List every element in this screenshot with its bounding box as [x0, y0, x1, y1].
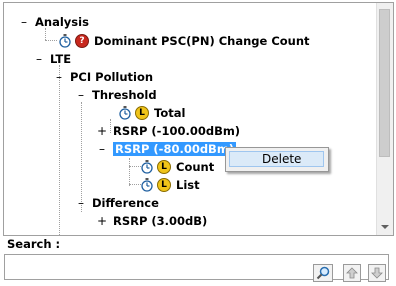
tree-node-label: RSRP (3.00dB)	[113, 214, 208, 228]
tree-node-label-selected: RSRP (-80.00dBm)	[113, 142, 237, 156]
tree-node-lte[interactable]: – LTE	[34, 51, 71, 67]
tree-node-label: RSRP (-100.00dBm)	[113, 124, 241, 138]
expand-icon[interactable]: +	[97, 124, 107, 138]
collapse-icon[interactable]: –	[54, 70, 64, 84]
context-menu: Delete	[225, 147, 329, 172]
tree-node-dominant-psc[interactable]: ? Dominant PSC(PN) Change Count	[59, 33, 310, 49]
scroll-down-arrow-icon[interactable]	[381, 225, 389, 229]
analysis-tree[interactable]: – Analysis ? Dominant PSC(PN) Change Cou…	[4, 3, 377, 235]
stopwatch-icon	[59, 34, 71, 48]
tree-node-analysis[interactable]: – Analysis	[19, 14, 89, 30]
magnifier-icon	[316, 266, 330, 280]
tree-node-rsrp-80[interactable]: – RSRP (-80.00dBm)	[97, 141, 237, 157]
collapse-icon[interactable]: –	[76, 196, 86, 210]
tree-node-label: Analysis	[35, 15, 89, 29]
collapse-icon[interactable]: –	[76, 88, 86, 102]
tree-node-label: Count	[176, 160, 215, 174]
arrow-down-icon	[371, 267, 383, 279]
tree-node-label: PCI Pollution	[70, 70, 154, 84]
context-menu-delete[interactable]: Delete	[229, 151, 324, 167]
tree-node-list[interactable]: L List	[141, 177, 200, 193]
tree-node-difference[interactable]: – Difference	[76, 195, 159, 211]
stopwatch-icon	[141, 160, 153, 174]
collapse-icon[interactable]: –	[97, 142, 107, 156]
collapse-icon[interactable]: –	[19, 15, 29, 29]
stopwatch-icon	[119, 106, 131, 120]
expand-icon[interactable]: +	[97, 214, 107, 228]
tree-connector	[45, 40, 57, 41]
tree-node-label: Total	[154, 106, 186, 120]
next-match-button[interactable]	[368, 264, 386, 282]
tree-node-pci-pollution[interactable]: – PCI Pollution	[54, 69, 153, 85]
tree-connector	[129, 158, 130, 186]
arrow-up-icon	[346, 267, 358, 279]
previous-match-button[interactable]	[343, 264, 361, 282]
tree-node-label: Dominant PSC(PN) Change Count	[94, 34, 310, 48]
L-badge-icon: L	[157, 178, 171, 192]
question-badge-icon: ?	[75, 34, 89, 48]
tree-connector	[59, 65, 60, 235]
vertical-scrollbar[interactable]	[376, 3, 393, 235]
tree-connector	[129, 184, 141, 185]
L-badge-icon: L	[135, 106, 149, 120]
search-button[interactable]	[313, 264, 333, 282]
tree-node-label: LTE	[50, 52, 72, 66]
tree-node-label: List	[176, 178, 200, 192]
L-badge-icon: L	[157, 160, 171, 174]
tree-node-total[interactable]: L Total	[119, 105, 185, 121]
tree-node-label: Threshold	[92, 88, 157, 102]
tree-node-threshold[interactable]: – Threshold	[76, 87, 157, 103]
stopwatch-icon	[141, 178, 153, 192]
search-label: Search :	[7, 237, 61, 251]
collapse-icon[interactable]: –	[34, 52, 44, 66]
tree-node-rsrp-3db[interactable]: + RSRP (3.00dB)	[97, 213, 207, 229]
tree-node-count[interactable]: L Count	[141, 159, 214, 175]
tree-node-label: Difference	[92, 196, 159, 210]
tree-connector	[129, 166, 141, 167]
analysis-tree-panel[interactable]: – Analysis ? Dominant PSC(PN) Change Cou…	[3, 2, 394, 236]
tree-node-rsrp-100[interactable]: + RSRP (-100.00dBm)	[97, 123, 240, 139]
scrollbar-thumb[interactable]	[379, 9, 390, 157]
